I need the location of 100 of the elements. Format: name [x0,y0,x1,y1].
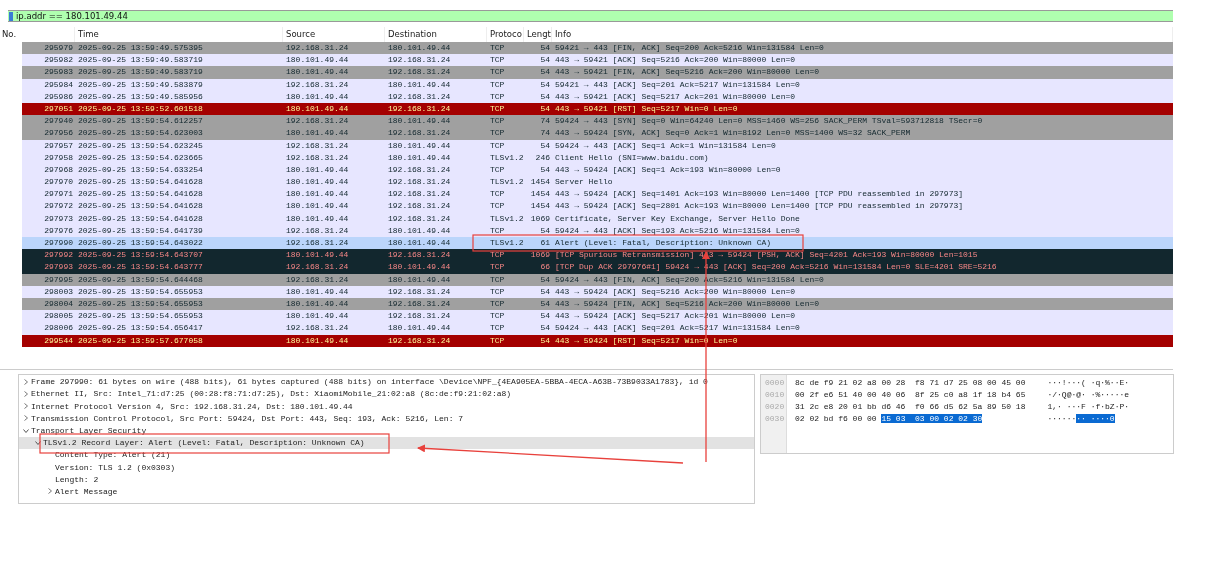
table-cell-text: 2025-09-25 13:59:54.641739 [77,224,204,237]
table-cell-text: 192.168.31.24 [285,139,350,152]
table-cell-text: 180.101.49.44 [387,273,452,286]
table-cell-text: 180.101.49.44 [285,90,350,103]
table-cell-text: 2025-09-25 13:59:54.655953 [77,285,204,298]
table-cell-text: TCP [489,115,506,128]
table-cell-text: TCP [489,273,506,286]
table-cell-text: 192.168.31.24 [387,102,452,115]
packet-row[interactable]: 297971 2025-09-25 13:59:54.641628 180.101.49.44 192.168.31.24 TCP 1454 443 → 59424 [ACK] Seq=1401 Ack=193 Win=80000 Len=1400 [TCP PDU reassembled in 297973] [22,188,1173,201]
table-cell-text: 54 [539,285,551,298]
table-cell-text: 295979 [43,42,74,54]
tree-item[interactable]: Ethernet II, Src: Intel_71:d7:25 (00:28:f8:71:d7:25), Dst: XiaomiMobile_21:02:a8 (8c:de:f9:21:02:a8) [19,387,754,401]
tree-item[interactable]: Version: TLS 1.2 (0x0303) [19,461,754,474]
packet-row[interactable]: 295983 2025-09-25 13:59:49.583719 180.101.49.44 192.168.31.24 TCP 54 443 → 59421 [FIN, ACK] Seq=5216 Ack=200 Win=80000 Len=0 [22,66,1173,79]
tree-item[interactable]: Internet Protocol Version 4, Src: 192.168.31.24, Dst: 180.101.49.44 [19,400,754,413]
table-cell-text: 180.101.49.44 [285,127,350,140]
table-cell-text: 74 [539,115,551,128]
ascii-bytes[interactable]: 1,· ···F ·f·bZ·P· [1047,402,1130,412]
table-cell-text: 2025-09-25 13:59:54.641628 [77,200,204,213]
hex-bytes[interactable]: 00 2f e6 51 40 00 40 06 8f 25 c0 a8 1f 18 b4 65 [795,389,1026,399]
table-cell-text: TCP [489,42,506,54]
ascii-bytes[interactable]: ···!···( ·q·%··E· [1047,377,1130,387]
hex-bytes[interactable]: 02 02 bd f6 00 00 [795,414,882,424]
table-cell-text: 2025-09-25 13:59:54.656417 [77,322,204,335]
table-cell-text: 297940 [43,115,74,128]
ascii-bytes[interactable]: ······ [1047,414,1077,424]
table-cell-text: 192.168.31.24 [285,261,350,274]
table-cell-text: TCP [489,249,506,262]
table-cell-text: 297970 [43,176,74,189]
tree-item[interactable]: Alert Message [19,485,754,498]
table-cell-text: 54 [539,224,551,237]
table-cell-text: TLSv1.2 [489,212,524,225]
ascii-bytes[interactable]: ·/·Q@·@· ·%·····e [1047,389,1130,399]
table-cell-text: 180.101.49.44 [285,176,350,189]
table-cell-text: 59421 → 443 [ACK] Seq=201 Ack=5217 Win=131584 Len=0 [554,78,801,91]
table-cell-text: 297957 [43,139,74,152]
hex-bytes[interactable]: 8c de f9 21 02 a8 00 28 f8 71 d7 25 08 00 45 00 [795,377,1026,387]
table-cell-text: 192.168.31.24 [387,297,452,310]
packet-row[interactable]: 297972 2025-09-25 13:59:54.641628 180.101.49.44 192.168.31.24 TCP 1454 443 → 59424 [ACK] Seq=2801 Ack=193 Win=80000 Len=1400 [TCP PDU reassembled in 297973] [22,200,1173,213]
table-cell-text: 443 → 59424 [SYN, ACK] Seq=0 Ack=1 Win=8192 Len=0 MSS=1400 WS=32 SACK_PERM [554,127,912,140]
table-cell-text: TLSv1.2 [489,237,524,249]
table-cell-text: 443 → 59421 [ACK] Seq=5216 Ack=200 Win=80000 Len=0 [554,54,797,67]
table-cell-text: 54 [539,139,551,152]
table-cell-text: 443 → 59424 [RST] Seq=5217 Win=0 Len=0 [554,334,739,347]
table-cell-text: 192.168.31.24 [387,212,452,225]
table-cell-text: 54 [539,90,551,103]
table-cell-text: 443 → 59424 [FIN, ACK] Seq=5216 Ack=200 Win=80000 Len=0 [554,297,821,310]
table-cell-text: 298005 [43,310,74,323]
table-cell-text: TCP [489,66,506,79]
tree-item[interactable]: Content Type: Alert (21) [19,448,754,461]
table-cell-text: 54 [539,78,551,91]
packet-row[interactable]: 295982 2025-09-25 13:59:49.583719 180.101.49.44 192.168.31.24 TCP 54 443 → 59421 [ACK] Seq=5216 Ack=200 Win=80000 Len=0 [22,54,1173,67]
table-cell-text: 2025-09-25 13:59:49.583879 [77,78,204,91]
table-cell-text: 59421 → 443 [FIN, ACK] Seq=200 Ack=5216 Win=131584 Len=0 [554,42,825,54]
packet-row[interactable]: 297940 2025-09-25 13:59:54.612257 192.168.31.24 180.101.49.44 TCP 74 59424 → 443 [SYN] Seq=0 Win=64240 Len=0 MSS=1460 WS=256 SACK_PERM TSval=593712818 TSecr=0 [22,115,1173,128]
table-cell-text: 298004 [43,297,74,310]
table-cell-text: 192.168.31.24 [387,334,452,347]
table-cell-text: 180.101.49.44 [285,66,350,79]
bookmark-icon[interactable] [9,11,13,21]
table-cell-text: 192.168.31.24 [285,151,350,164]
table-cell-text: 192.168.31.24 [387,310,452,323]
tree-item[interactable]: TLSv1.2 Record Layer: Alert (Level: Fatal, Description: Unknown CA) [19,436,754,449]
packet-row[interactable]: 295979 2025-09-25 13:59:49.575395 192.168.31.24 180.101.49.44 TCP 54 59421 → 443 [FIN, ACK] Seq=200 Ack=5216 Win=131584 Len=0 [22,42,1173,55]
table-cell-text: 192.168.31.24 [387,54,452,67]
hex-bytes[interactable]: 31 2c e8 20 01 bb d6 46 f0 66 d5 62 5a 89 50 18 [795,402,1026,412]
byte-offset: 0010 [765,388,786,401]
ascii-bytes[interactable]: ·· ····0 [1076,414,1115,424]
table-cell-text: TCP [489,285,506,298]
table-cell-text: 180.101.49.44 [285,102,350,115]
table-cell-text: 1454 [529,176,551,189]
table-cell-text: TCP [489,188,506,201]
packet-row[interactable]: 297956 2025-09-25 13:59:54.623003 180.101.49.44 192.168.31.24 TCP 74 443 → 59424 [SYN, ACK] Seq=0 Ack=1 Win=8192 Len=0 MSS=1400 WS=32 SACK_PERM [22,127,1173,140]
table-cell-text: 66 [539,261,551,274]
table-cell-text: TCP [489,224,506,237]
table-cell-text: 180.101.49.44 [285,310,350,323]
tree-item[interactable]: Transport Layer Security [19,424,754,437]
tree-item[interactable]: Transmission Control Protocol, Src Port: 59424, Dst Port: 443, Seq: 193, Ack: 5216, Len: 7 [19,412,754,425]
hex-bytes[interactable]: 15 03 03 00 02 02 30 [881,414,983,424]
table-cell-text: 180.101.49.44 [387,237,452,249]
byte-offset: 0030 [765,413,786,426]
table-cell-text: TCP [489,334,506,347]
table-cell-text: Alert (Level: Fatal, Description: Unknown CA) [554,237,773,249]
tree-item[interactable]: Frame 297990: 61 bytes on wire (488 bits), 61 bytes captured (488 bits) on interface \Device\NPF_{4EA905EA-5BBA-4ECA-A63B-73B9033A1783}, id 0 [19,375,754,388]
table-cell-text: 2025-09-25 13:59:54.655953 [77,297,204,310]
table-cell-text: 298003 [43,285,74,298]
chevron-right-icon[interactable] [47,488,53,495]
table-cell-text: 297973 [43,212,74,225]
packet-row[interactable]: 297970 2025-09-25 13:59:54.641628 180.101.49.44 192.168.31.24 TLSv1.2 1454 Server Hello [22,176,1173,189]
table-cell-text: 59424 → 443 [ACK] Seq=193 Ack=5216 Win=131584 Len=0 [554,224,801,237]
table-cell-text: TLSv1.2 [489,151,524,164]
display-filter-field[interactable]: ip.addr == 180.101.49.44 [8,10,1173,22]
tree-item[interactable]: Length: 2 [19,473,754,486]
table-cell-text: 297990 [43,237,74,249]
packet-row[interactable]: 297990 2025-09-25 13:59:54.643022 192.168.31.24 180.101.49.44 TLSv1.2 61 Alert (Level: Fatal, Description: Unknown CA) [22,237,1173,250]
table-cell-text: 2025-09-25 13:59:54.655953 [77,310,204,323]
table-cell-text: 295983 [43,66,74,79]
table-cell-text: 2025-09-25 13:59:54.641628 [77,176,204,189]
table-cell-text: 192.168.31.24 [387,66,452,79]
table-cell-text: 295986 [43,90,74,103]
table-cell-text: 246 [534,151,551,164]
